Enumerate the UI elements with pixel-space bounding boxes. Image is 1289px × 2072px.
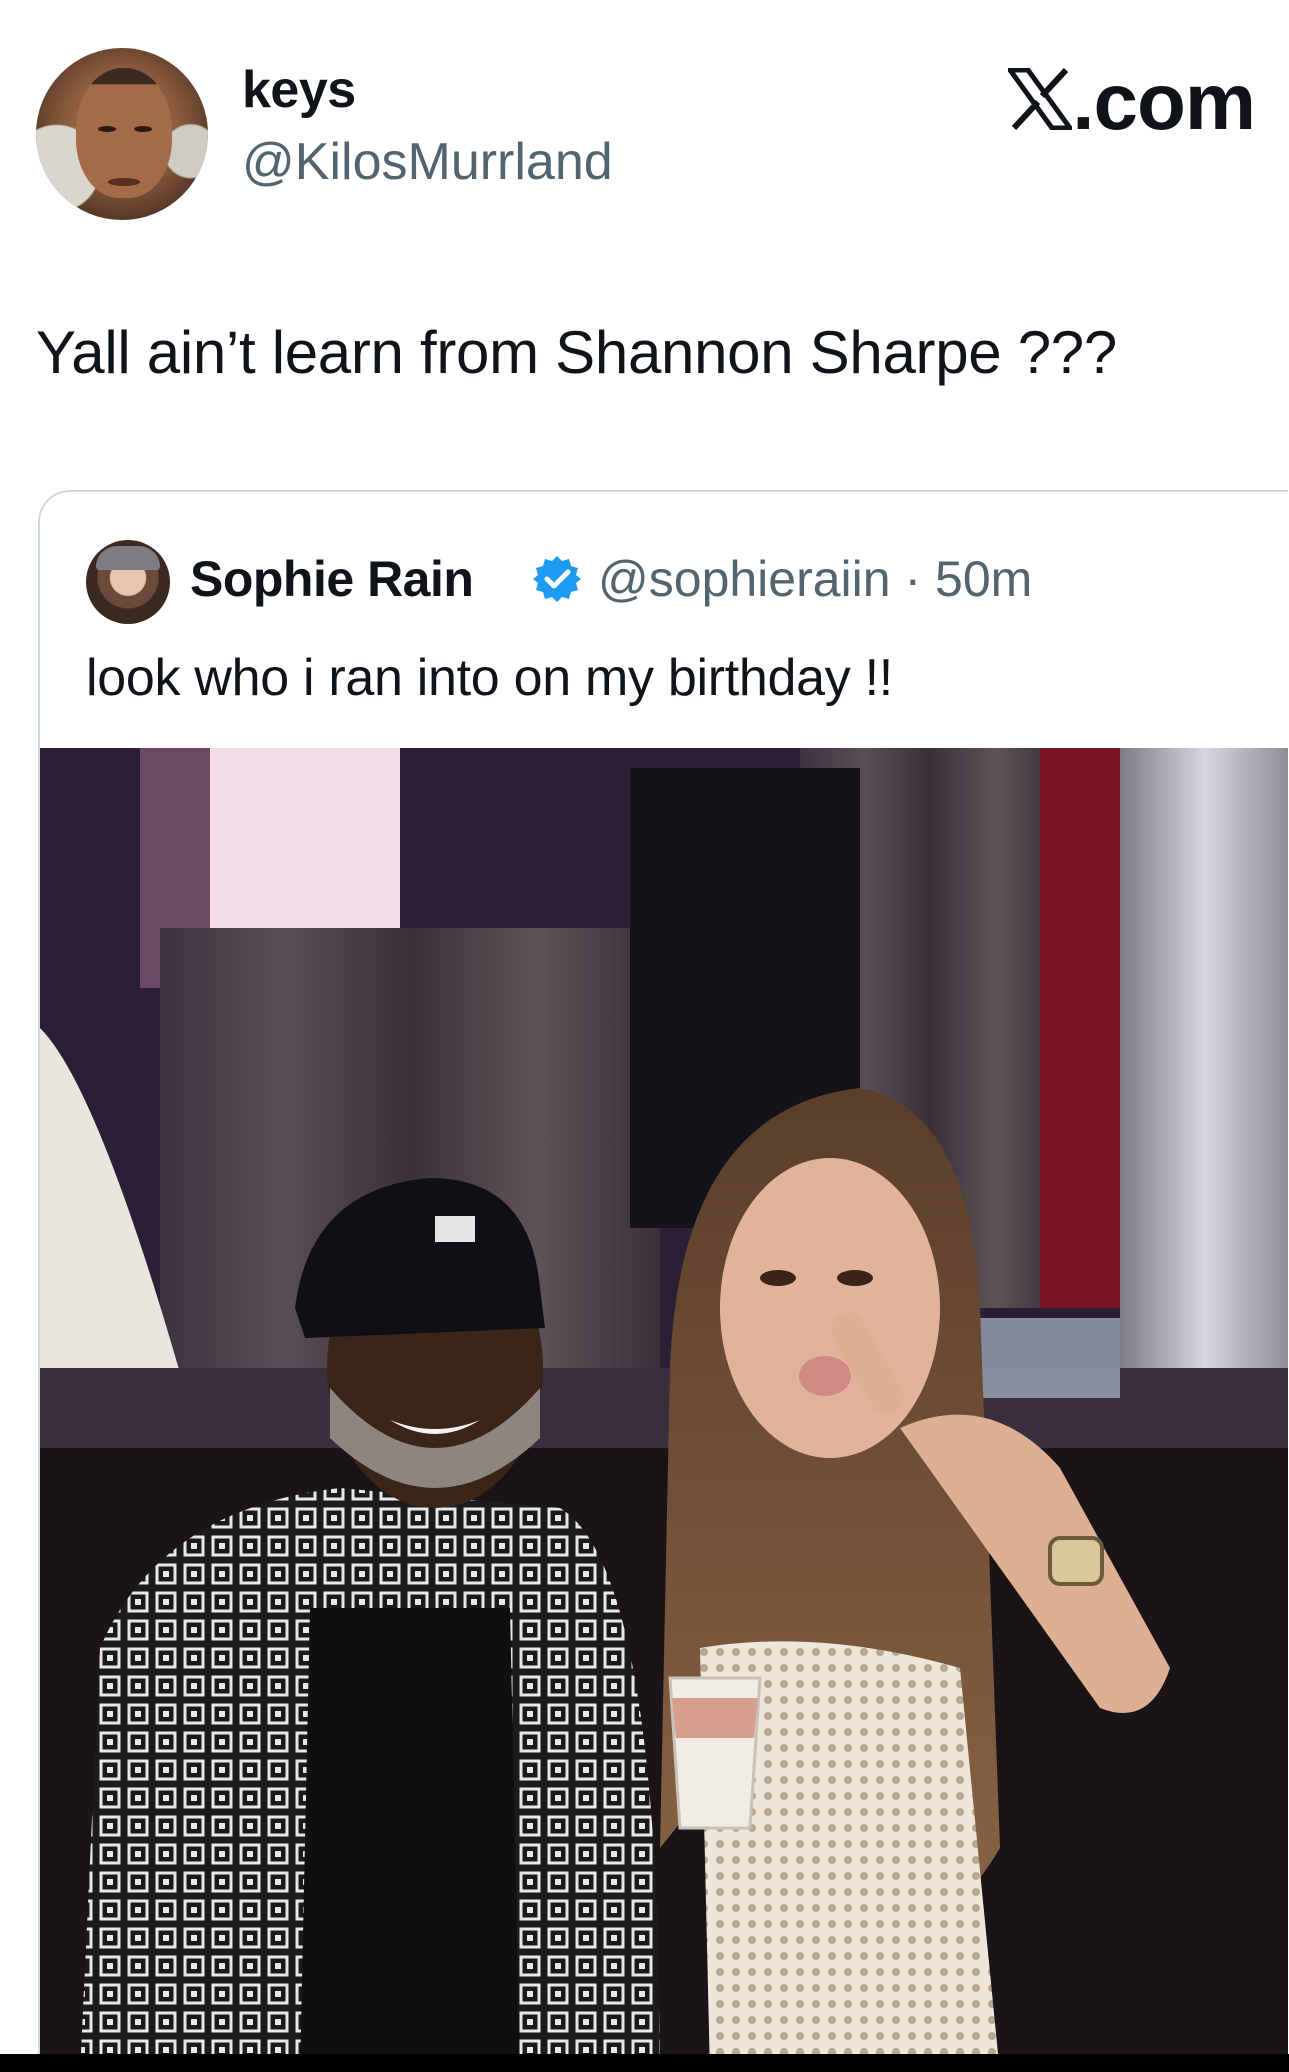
post-header: keys @KilosMurrland .com (0, 0, 1289, 230)
quoted-author-avatar[interactable] (86, 540, 170, 624)
avatar-eye (134, 126, 152, 132)
quoted-post-photo[interactable] (40, 748, 1288, 2070)
quoted-author-name[interactable]: Sophie Rain (190, 550, 474, 608)
bottom-edge-bar (0, 2054, 1289, 2072)
author-display-name[interactable]: keys (242, 60, 356, 120)
avatar-mouth (108, 178, 140, 186)
quoted-post-card[interactable]: Sophie Rain @sophieraiin · 50m look who … (38, 490, 1288, 2072)
brand-domain-label: .com (1072, 57, 1256, 146)
quoted-author-handle-time[interactable]: @sophieraiin · 50m (598, 550, 1032, 608)
x-logo-icon (1008, 68, 1073, 130)
author-avatar[interactable] (36, 48, 208, 220)
avatar-headphones (96, 546, 160, 570)
verified-badge-icon (533, 556, 581, 602)
quoted-post-text: look who i ran into on my birthday !! (86, 649, 893, 707)
avatar-eye (98, 126, 116, 132)
photo-illustration (40, 748, 1288, 2070)
post-text: Yall ain’t learn from Shannon Sharpe ??? (36, 319, 1117, 386)
author-handle[interactable]: @KilosMurrland (242, 132, 613, 192)
x-com-brand: .com (1008, 62, 1256, 142)
